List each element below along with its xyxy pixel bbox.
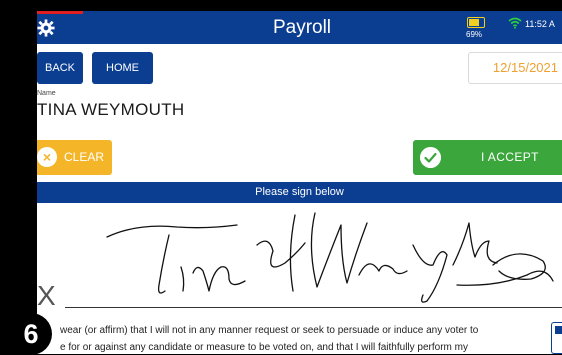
check-icon (420, 147, 441, 168)
top-bar: Payroll 69% 11:52 A (37, 11, 562, 44)
red-indicator (37, 11, 83, 14)
battery-percent: 69% (466, 30, 483, 39)
sign-prompt-bar: Please sign below (37, 182, 562, 203)
close-icon: × (37, 147, 57, 167)
signature-stroke (106, 212, 554, 303)
step-number-badge: 6 (10, 313, 52, 355)
signature-line (65, 307, 562, 308)
side-scroll-button[interactable] (551, 322, 562, 354)
clear-button[interactable]: × CLEAR (37, 140, 112, 175)
name-value: TINA WEYMOUTH (37, 100, 185, 119)
battery-icon (467, 17, 485, 28)
app-screen: Payroll 69% 11:52 A BACK HOME 12/15/2021… (37, 11, 562, 354)
oath-line: wear (or affirm) that I will not in any … (60, 325, 479, 336)
accept-label: I ACCEPT (481, 150, 539, 164)
oath-text: wear (or affirm) that I will not in any … (60, 322, 540, 354)
oath-line: e for or against any candidate or measur… (60, 342, 468, 353)
signature-x-mark: X (37, 280, 56, 311)
signature-pad[interactable]: X (37, 203, 562, 315)
back-button[interactable]: BACK (37, 52, 83, 84)
status-clock: 11:52 A (525, 19, 555, 29)
wifi-icon (508, 17, 522, 29)
home-button[interactable]: HOME (92, 52, 153, 84)
page-title: Payroll (272, 17, 332, 38)
date-field[interactable]: 12/15/2021 (468, 52, 562, 84)
name-label: Name (37, 90, 56, 97)
accept-button[interactable]: I ACCEPT (413, 140, 562, 175)
clear-label: CLEAR (64, 150, 105, 164)
gear-icon[interactable] (37, 19, 55, 37)
